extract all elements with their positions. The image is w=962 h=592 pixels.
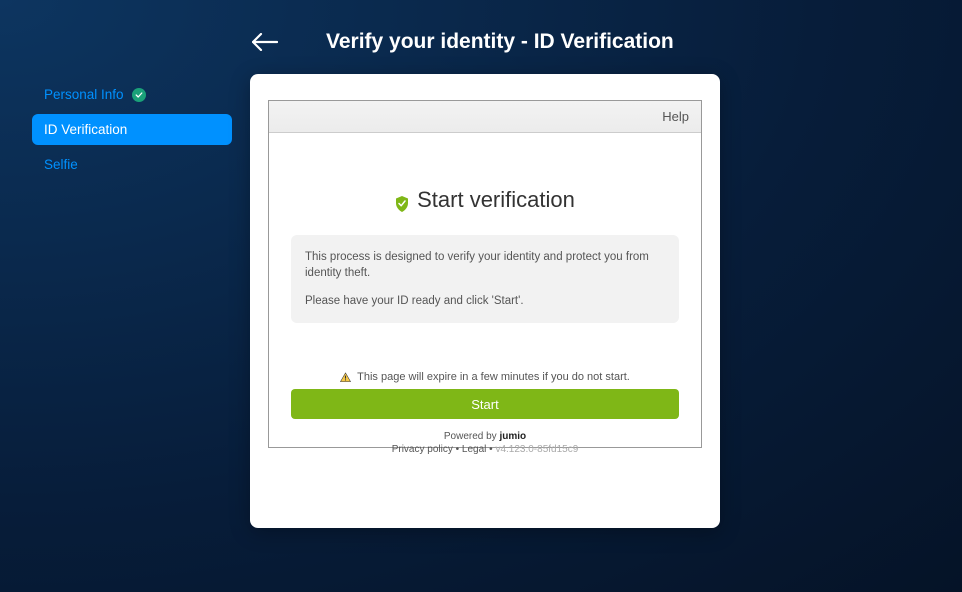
help-link[interactable]: Help	[662, 109, 689, 124]
start-button-label: Start	[471, 397, 498, 412]
privacy-policy-link[interactable]: Privacy policy	[392, 444, 453, 455]
start-button[interactable]: Start	[291, 389, 679, 419]
steps-sidebar: Personal Info ID Verification Selfie	[32, 74, 232, 528]
step-selfie[interactable]: Selfie	[32, 149, 232, 180]
warning-triangle-icon	[340, 372, 351, 383]
verification-heading: Start verification	[395, 187, 575, 213]
step-label: Selfie	[44, 157, 78, 172]
powered-by-brand: jumio	[499, 431, 526, 442]
main-panel: Help Start verification This process is …	[250, 74, 720, 528]
powered-by: Powered by jumio	[269, 431, 701, 442]
step-id-verification[interactable]: ID Verification	[32, 114, 232, 145]
footer-links: Privacy policy • Legal • v4.123.0-85fd15…	[269, 444, 701, 455]
warning-text: This page will expire in a few minutes i…	[357, 371, 630, 383]
info-text-2: Please have your ID ready and click 'Sta…	[305, 293, 665, 309]
frame-toolbar: Help	[269, 101, 701, 133]
step-label: ID Verification	[44, 122, 127, 137]
shield-check-icon	[395, 192, 409, 208]
page-title: Verify your identity - ID Verification	[326, 30, 674, 54]
info-box: This process is designed to verify your …	[291, 235, 679, 323]
step-personal-info[interactable]: Personal Info	[32, 79, 232, 110]
expiry-warning: This page will expire in a few minutes i…	[269, 371, 701, 383]
powered-by-prefix: Powered by	[444, 431, 500, 442]
verification-frame: Help Start verification This process is …	[268, 100, 702, 448]
version-text: v4.123.0-85fd15c9	[495, 444, 578, 455]
back-arrow-icon[interactable]	[252, 33, 278, 51]
step-label: Personal Info	[44, 87, 124, 102]
info-text-1: This process is designed to verify your …	[305, 249, 665, 281]
legal-link[interactable]: Legal	[462, 444, 486, 455]
heading-text: Start verification	[417, 187, 575, 213]
check-icon	[132, 88, 146, 102]
